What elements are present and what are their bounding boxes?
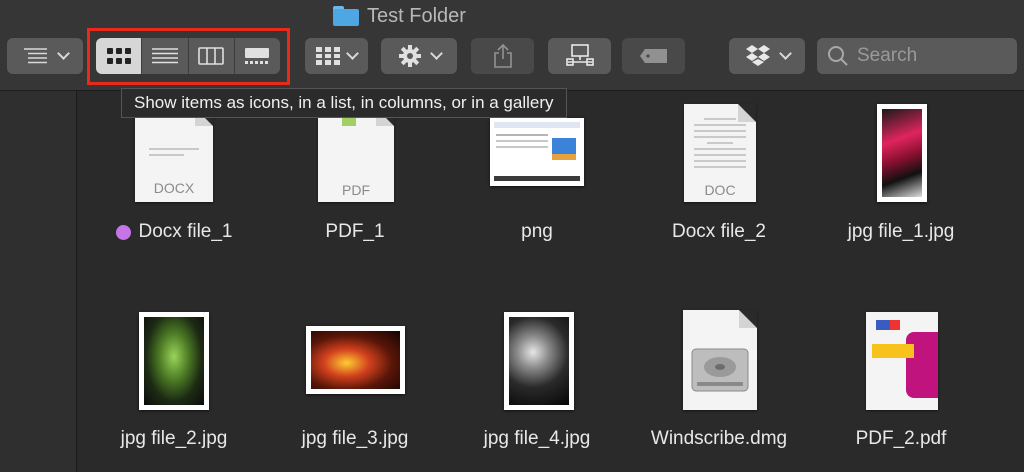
- dropbox-button[interactable]: [729, 38, 805, 74]
- arrange-grid-icon: [316, 47, 340, 65]
- tags-button[interactable]: [622, 38, 685, 74]
- dmg-file-icon: [683, 310, 757, 410]
- pdf-file-icon: PDF: [318, 108, 394, 202]
- gear-icon: [398, 45, 421, 67]
- file-name: jpg file_2.jpg: [120, 428, 228, 449]
- file-item[interactable]: Windscribe.dmg: [639, 306, 799, 466]
- jpg-thumbnail: [139, 312, 209, 410]
- search-placeholder: Search: [857, 45, 918, 66]
- file-name: png: [521, 221, 553, 242]
- file-item[interactable]: jpg file_2.jpg: [94, 306, 254, 466]
- chevron-down-icon: [56, 47, 70, 60]
- jpg-thumbnail: [877, 104, 927, 202]
- file-name: jpg file_1.jpg: [847, 221, 955, 242]
- file-item[interactable]: png: [457, 100, 617, 250]
- pdf-file-icon: [866, 312, 938, 410]
- action-button[interactable]: [381, 38, 457, 74]
- file-name: Windscribe.dmg: [650, 428, 788, 449]
- search-field[interactable]: Search: [817, 38, 1017, 74]
- chevron-down-icon: [429, 47, 443, 60]
- arrange-button[interactable]: [305, 38, 368, 74]
- file-item[interactable]: jpg file_3.jpg: [275, 306, 435, 466]
- doc-file-icon: DOC: [684, 104, 756, 202]
- file-name: Docx file_2: [672, 221, 766, 242]
- window-title-text: Test Folder: [367, 4, 466, 27]
- file-name: jpg file_4.jpg: [483, 428, 591, 449]
- window-title: Test Folder: [333, 4, 466, 28]
- file-name: jpg file_3.jpg: [301, 428, 409, 449]
- network-icon: [565, 44, 594, 66]
- finder-toolbar: Test Folder Search: [0, 0, 1024, 91]
- view-mode-highlight: [87, 28, 290, 85]
- tag-icon: [639, 49, 667, 63]
- file-name: Docx file_1: [138, 221, 233, 242]
- purple-tag-icon: [115, 224, 131, 240]
- group-by-button[interactable]: [7, 38, 83, 74]
- share-icon: [493, 44, 512, 68]
- png-thumbnail: [490, 118, 584, 186]
- share-button[interactable]: [471, 38, 534, 74]
- sidebar: [0, 91, 77, 472]
- file-name: PDF_1: [325, 221, 385, 242]
- file-item[interactable]: PDF PDF_1: [275, 100, 435, 250]
- docx-file-icon: DOCX: [135, 108, 213, 202]
- dropbox-icon: [745, 45, 770, 66]
- jpg-thumbnail: [306, 326, 405, 394]
- file-item[interactable]: jpg file_4.jpg: [457, 306, 617, 466]
- disk-image-icon: [691, 348, 749, 392]
- view-mode-tooltip: Show items as icons, in a list, in colum…: [121, 88, 567, 118]
- chevron-down-icon: [346, 47, 359, 60]
- file-item[interactable]: PDF_2.pdf: [821, 306, 981, 466]
- file-item[interactable]: DOCX Docx file_1: [94, 100, 254, 250]
- chevron-down-icon: [778, 47, 792, 60]
- connect-button[interactable]: [548, 38, 611, 74]
- file-item[interactable]: jpg file_1.jpg: [821, 100, 981, 250]
- search-icon: [828, 46, 848, 66]
- file-item[interactable]: DOC Docx file_2: [639, 100, 799, 250]
- jpg-thumbnail: [504, 312, 574, 410]
- file-name: PDF_2.pdf: [855, 428, 947, 449]
- folder-icon: [333, 6, 359, 26]
- group-list-icon: [23, 48, 47, 64]
